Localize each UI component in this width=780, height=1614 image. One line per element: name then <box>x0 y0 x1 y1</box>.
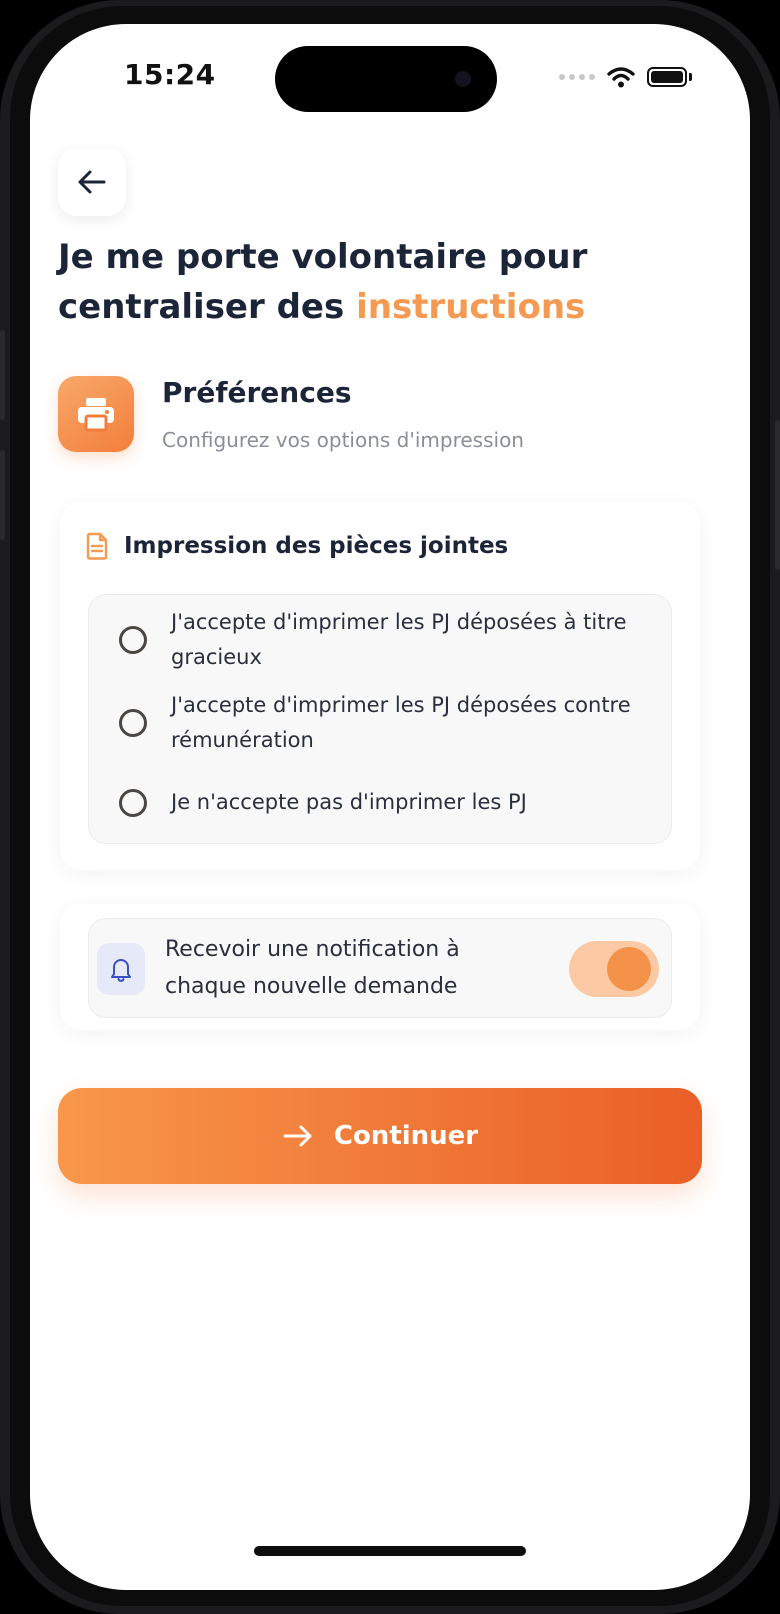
preferences-subtitle: Configurez vos options d'impression <box>162 428 524 452</box>
back-arrow-icon <box>78 170 106 194</box>
printer-icon <box>78 398 114 432</box>
notification-label: Recevoir une notification à chaque nouve… <box>165 937 460 999</box>
print-card-title: Impression des pièces jointes <box>124 533 509 559</box>
print-option-label: J'accepte d'imprimer les PJ déposées con… <box>171 693 631 752</box>
notification-toggle[interactable] <box>569 941 659 997</box>
status-time: 15:24 <box>124 58 216 91</box>
bell-icon <box>111 959 131 982</box>
signal-icon <box>559 74 595 80</box>
app-screen: 15:24 Je me porte volontaire pour centra… <box>30 24 750 1590</box>
home-indicator[interactable] <box>254 1546 526 1556</box>
page-title-accent: instructions <box>356 287 586 327</box>
side-button-left-2 <box>0 450 5 540</box>
radio-button[interactable] <box>119 626 147 654</box>
wifi-icon <box>607 67 635 88</box>
radio-button[interactable] <box>119 788 147 817</box>
status-indicators <box>559 66 692 88</box>
continue-button[interactable]: Continuer <box>58 1088 702 1184</box>
document-icon <box>86 532 108 560</box>
preferences-title: Préférences <box>162 376 352 409</box>
preferences-icon-tile <box>58 376 134 452</box>
continue-label: Continuer <box>333 1121 479 1151</box>
page-title: Je me porte volontaire pour centraliser … <box>58 232 678 332</box>
notification-card: Recevoir une notification à chaque nouve… <box>60 904 700 1030</box>
print-options-group: J'accepte d'imprimer les PJ déposées à t… <box>88 594 672 844</box>
notification-setting: Recevoir une notification à chaque nouve… <box>88 918 672 1018</box>
print-option-free[interactable]: J'accepte d'imprimer les PJ déposées à t… <box>119 605 651 675</box>
camera-icon <box>455 71 471 87</box>
print-option-paid[interactable]: J'accepte d'imprimer les PJ déposées con… <box>119 688 651 758</box>
print-option-label: Je n'accepte pas d'imprimer les PJ <box>171 790 527 814</box>
battery-cap <box>689 73 692 81</box>
side-button-right <box>775 420 780 570</box>
print-option-label: J'accepte d'imprimer les PJ déposées à t… <box>171 610 627 669</box>
print-attachments-card: Impression des pièces jointes J'accepte … <box>60 502 700 870</box>
radio-button[interactable] <box>119 709 147 737</box>
print-option-decline[interactable]: Je n'accepte pas d'imprimer les PJ <box>119 785 651 820</box>
side-button-left <box>0 330 5 420</box>
dynamic-island <box>275 46 497 112</box>
print-card-header: Impression des pièces jointes <box>86 532 508 560</box>
toggle-knob <box>607 947 651 991</box>
back-button[interactable] <box>58 148 126 216</box>
bell-icon-tile <box>97 943 145 995</box>
battery-icon <box>647 67 687 87</box>
arrow-right-icon <box>283 1125 312 1147</box>
